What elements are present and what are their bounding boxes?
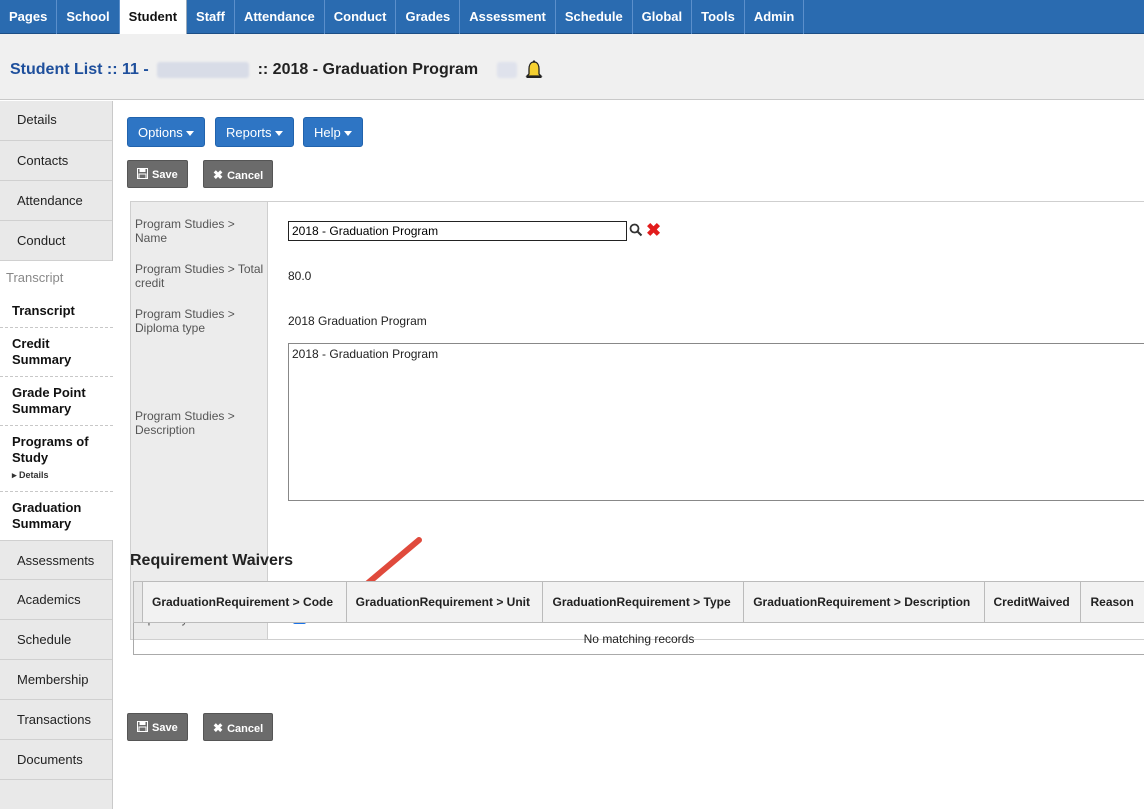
description-label: Program Studies > Description	[135, 409, 235, 437]
program-name-field[interactable]	[288, 221, 627, 241]
tab-student[interactable]: Student	[119, 0, 188, 34]
tab-admin[interactable]: Admin	[745, 0, 805, 34]
diploma-type-value: 2018 Graduation Program	[288, 314, 427, 328]
program-studies-form: Program Studies > Name Program Studies >…	[130, 201, 1144, 640]
cancel-button[interactable]: ✖ Cancel	[203, 160, 274, 188]
sidebar-item-membership[interactable]: Membership	[0, 660, 112, 700]
top-nav: Pages School Student Staff Attendance Co…	[0, 0, 1144, 34]
table-row: No matching records	[133, 622, 1144, 655]
help-menu-button[interactable]: Help	[303, 117, 363, 147]
tab-schedule[interactable]: Schedule	[556, 0, 633, 34]
side-nav: Details Contacts Attendance Conduct Tran…	[0, 101, 114, 809]
column-header-select	[133, 581, 143, 623]
help-label: Help	[314, 125, 341, 140]
empty-table-message: No matching records	[133, 622, 1144, 655]
breadcrumb-student-list[interactable]: Student List :: 11 -	[10, 61, 149, 78]
reports-label: Reports	[226, 125, 272, 140]
name-label: Program Studies > Name	[135, 217, 235, 245]
chevron-down-icon	[343, 131, 352, 137]
transcript-submenu: Transcript Transcript Credit Summary Gra…	[0, 261, 114, 540]
save-button-bottom[interactable]: Save	[127, 713, 188, 741]
column-header-unit[interactable]: GraduationRequirement > Unit	[345, 581, 544, 623]
sidebar-item-details[interactable]: Details	[0, 101, 112, 141]
sidebar-subitem-programs-details[interactable]: ▸ Details	[12, 467, 101, 483]
description-textarea[interactable]: 2018 - Graduation Program	[288, 343, 1144, 501]
chevron-down-icon	[185, 131, 194, 137]
tab-pages[interactable]: Pages	[0, 0, 58, 34]
close-icon: ✖	[213, 721, 224, 735]
form-label-column: Program Studies > Name Program Studies >…	[131, 202, 268, 639]
tab-attendance[interactable]: Attendance	[235, 0, 325, 34]
save-label: Save	[152, 722, 178, 734]
clear-icon[interactable]: ✖	[646, 221, 661, 239]
requirement-waivers-table: GraduationRequirement > Code GraduationR…	[133, 581, 1144, 655]
table-header-row: GraduationRequirement > Code GraduationR…	[133, 581, 1144, 623]
tab-assessment[interactable]: Assessment	[460, 0, 556, 34]
options-menu-button[interactable]: Options	[127, 117, 205, 147]
tab-conduct[interactable]: Conduct	[325, 0, 397, 34]
redacted-indicator	[496, 62, 517, 78]
program-title: :: 2018 - Graduation Program	[257, 61, 479, 79]
diploma-type-label: Program Studies > Diploma type	[135, 307, 235, 335]
sidebar-subitem-transcript[interactable]: Transcript	[0, 295, 113, 328]
close-icon: ✖	[213, 168, 224, 182]
save-icon	[137, 721, 148, 732]
reports-menu-button[interactable]: Reports	[215, 117, 294, 147]
redacted-student-name	[157, 62, 250, 78]
save-icon	[137, 168, 148, 179]
sidebar-item-documents[interactable]: Documents	[0, 740, 112, 780]
save-button[interactable]: Save	[127, 160, 188, 188]
sidebar-item-conduct[interactable]: Conduct	[0, 221, 112, 261]
cancel-button-bottom[interactable]: ✖ Cancel	[203, 713, 274, 741]
main-content: Options Reports Help Save ✖ Cancel Progra…	[114, 101, 1144, 809]
sidebar-item-transactions[interactable]: Transactions	[0, 700, 112, 740]
tab-global[interactable]: Global	[633, 0, 693, 34]
requirement-waivers-heading: Requirement Waivers	[130, 552, 294, 569]
sidebar-item-assessments[interactable]: Assessments	[0, 540, 112, 580]
sidebar-item-academics[interactable]: Academics	[0, 580, 112, 620]
tab-grades[interactable]: Grades	[396, 0, 461, 34]
column-header-reason[interactable]: Reason	[1080, 581, 1144, 623]
search-icon[interactable]	[629, 223, 643, 237]
bell-icon[interactable]	[525, 60, 543, 80]
total-credit-value: 80.0	[288, 269, 312, 283]
column-header-description[interactable]: GraduationRequirement > Description	[743, 581, 985, 623]
sidebar-section-transcript: Transcript	[6, 270, 64, 285]
sidebar-item-contacts[interactable]: Contacts	[0, 141, 112, 181]
column-header-credit-waived[interactable]: CreditWaived	[983, 581, 1082, 623]
page-title: Student List :: 11 - :: 2018 - Graduatio…	[10, 60, 543, 80]
sidebar-item-schedule[interactable]: Schedule	[0, 620, 112, 660]
column-header-code[interactable]: GraduationRequirement > Code	[142, 581, 347, 623]
sidebar-subitem-gpa-summary[interactable]: Grade Point Summary	[0, 377, 113, 426]
sidebar-subitem-programs-of-study[interactable]: Programs of Study ▸ Details	[0, 426, 113, 492]
save-label: Save	[152, 169, 178, 181]
tab-staff[interactable]: Staff	[187, 0, 235, 34]
column-header-type[interactable]: GraduationRequirement > Type	[542, 581, 745, 623]
options-label: Options	[138, 125, 183, 140]
programs-of-study-label: Programs of Study	[12, 434, 89, 465]
cancel-label: Cancel	[227, 723, 264, 735]
total-credit-label: Program Studies > Total credit	[135, 262, 264, 290]
chevron-down-icon	[274, 131, 283, 137]
cancel-label: Cancel	[227, 170, 264, 182]
sidebar-item-attendance[interactable]: Attendance	[0, 181, 112, 221]
tab-school[interactable]: School	[57, 0, 120, 34]
sidebar-subitem-graduation-summary[interactable]: Graduation Summary	[0, 492, 113, 540]
title-bar: Student List :: 11 - :: 2018 - Graduatio…	[0, 34, 1144, 100]
tab-tools[interactable]: Tools	[692, 0, 745, 34]
sidebar-subitem-credit-summary[interactable]: Credit Summary	[0, 328, 113, 377]
